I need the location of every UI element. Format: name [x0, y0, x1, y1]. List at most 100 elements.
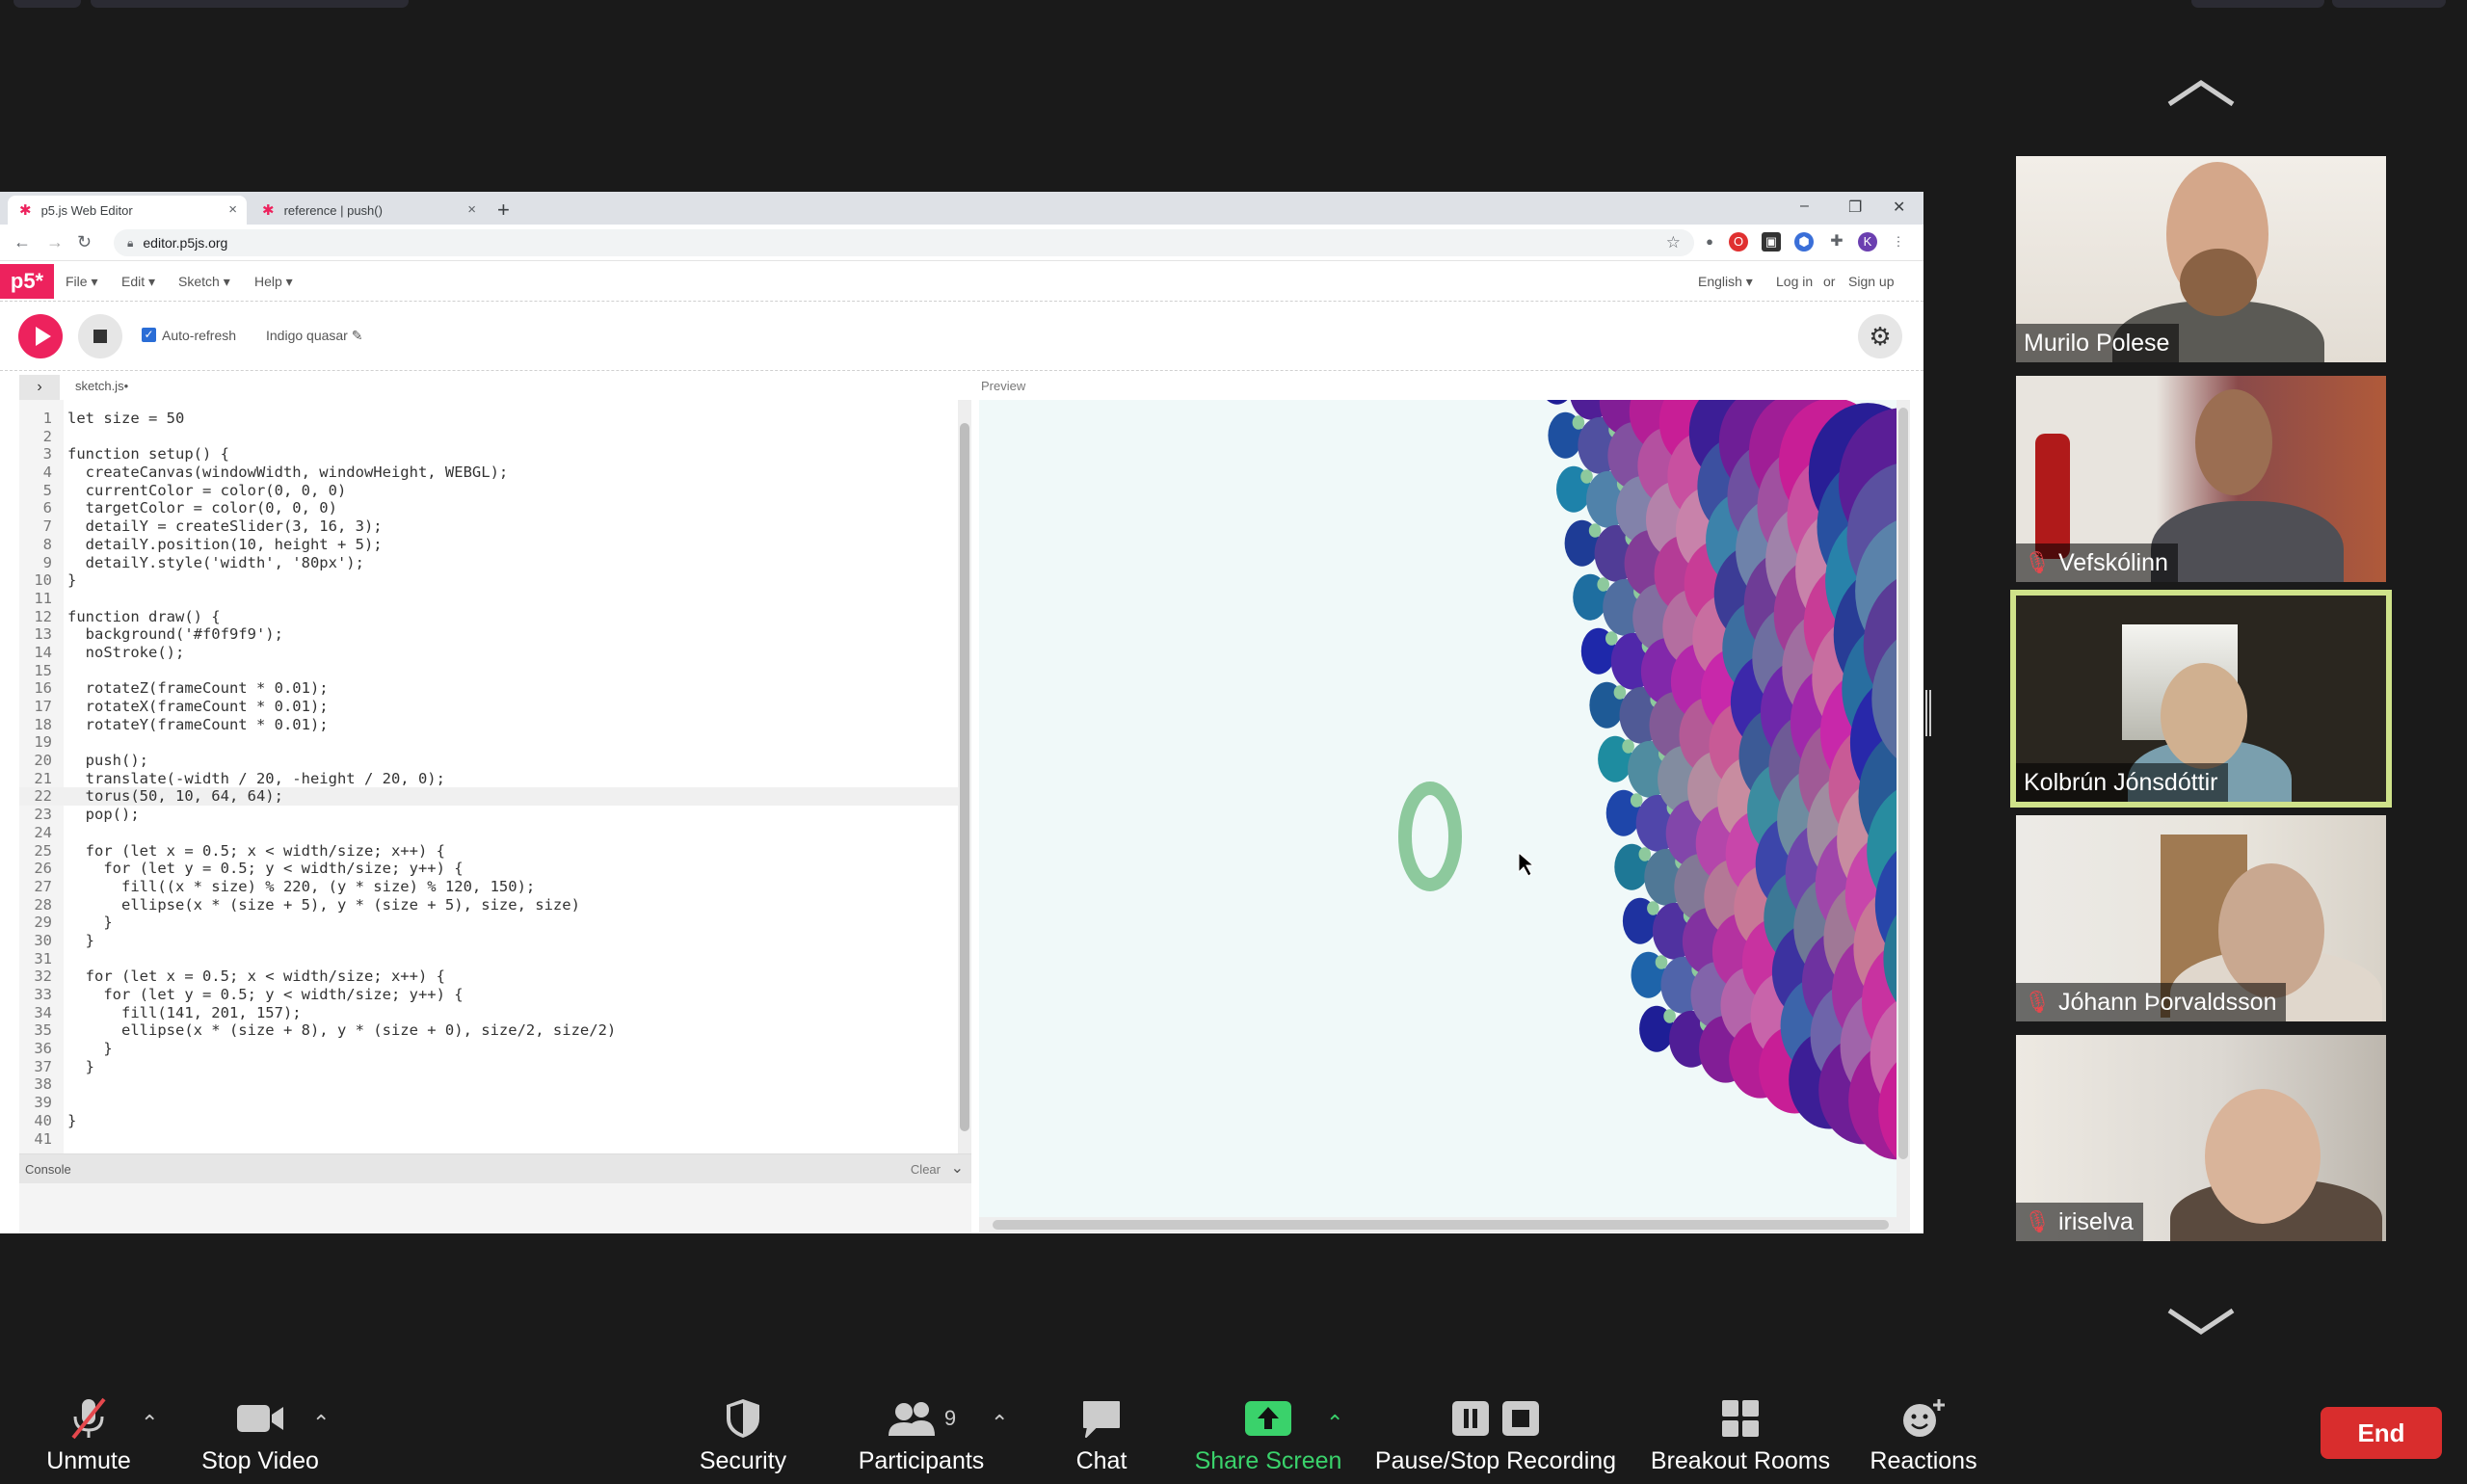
sketch-preview[interactable] — [979, 400, 1910, 1219]
code-line[interactable]: 33 for (let y = 0.5; y < width/size; y++… — [19, 986, 971, 1004]
signup-link[interactable]: Sign up — [1848, 274, 1894, 289]
auto-refresh-checkbox[interactable]: ✓ — [142, 328, 156, 342]
close-tab-icon[interactable]: × — [467, 201, 476, 218]
code-line[interactable]: 2 — [19, 428, 971, 446]
preview-horizontal-scrollbar[interactable] — [979, 1217, 1910, 1232]
extension-icon[interactable]: ⬢ — [1794, 232, 1814, 252]
code-line[interactable]: 36 } — [19, 1040, 971, 1058]
video-tile-iriselva[interactable]: 🎙︎ iriselva — [2016, 1035, 2386, 1241]
extension-icon[interactable]: O — [1729, 232, 1748, 252]
code-line[interactable]: 38 — [19, 1075, 971, 1094]
play-button[interactable] — [18, 314, 63, 358]
code-line[interactable]: 26 for (let y = 0.5; y < width/size; y++… — [19, 860, 971, 878]
scroll-down-chevron-icon[interactable] — [2165, 1307, 2237, 1338]
code-line[interactable]: 29 } — [19, 914, 971, 932]
profile-avatar[interactable]: K — [1858, 232, 1877, 252]
pause-stop-recording-button[interactable]: Pause/Stop Recording — [1374, 1395, 1617, 1478]
expand-sidebar-button[interactable]: › — [19, 375, 60, 400]
puzzle-icon[interactable]: ✚ — [1827, 232, 1846, 252]
code-line[interactable]: 22 torus(50, 10, 64, 64); — [19, 787, 971, 807]
code-line[interactable]: 18 rotateY(frameCount * 0.01); — [19, 716, 971, 734]
extension-icon[interactable]: ▣ — [1762, 232, 1781, 252]
menu-sketch[interactable]: Sketch ▾ — [178, 274, 230, 290]
bookmark-star-icon[interactable]: ☆ — [1666, 233, 1681, 252]
code-line[interactable]: 40} — [19, 1112, 971, 1130]
video-tile-murilo-polese[interactable]: Murilo Polese — [2016, 156, 2386, 362]
code-line[interactable]: 10} — [19, 571, 971, 590]
code-line[interactable]: 13 background('#f0f9f9'); — [19, 625, 971, 644]
chat-button[interactable]: Chat — [1060, 1395, 1143, 1478]
extension-icon[interactable]: ● — [1700, 232, 1719, 252]
reload-icon[interactable]: ↻ — [77, 232, 92, 252]
code-line[interactable]: 16 rotateZ(frameCount * 0.01); — [19, 679, 971, 698]
code-line[interactable]: 30 } — [19, 932, 971, 950]
share-screen-button[interactable]: Share Screen — [1189, 1395, 1347, 1478]
minimize-icon[interactable]: – — [1800, 198, 1809, 215]
language-select[interactable]: English ▾ — [1698, 274, 1753, 290]
participants-options-chevron-icon[interactable]: ⌃ — [991, 1411, 1008, 1436]
participants-button[interactable]: 9 Participants — [854, 1395, 989, 1478]
code-line[interactable]: 9 detailY.style('width', '80px'); — [19, 554, 971, 572]
code-line[interactable]: 5 currentColor = color(0, 0, 0) — [19, 482, 971, 500]
code-line[interactable]: 12 function draw() { — [19, 608, 971, 626]
code-line[interactable]: 25 for (let x = 0.5; x < width/size; x++… — [19, 842, 971, 861]
settings-gear-icon[interactable]: ⚙ — [1858, 314, 1902, 358]
menu-edit[interactable]: Edit ▾ — [121, 274, 155, 290]
code-line[interactable]: 20 push(); — [19, 752, 971, 770]
code-line[interactable]: 3 function setup() { — [19, 445, 971, 464]
tab-p5js-editor[interactable]: ✱ p5.js Web Editor × — [8, 196, 247, 225]
file-tab[interactable]: sketch.js• — [75, 379, 128, 393]
video-tile-kolbrun-jonsdottir[interactable]: Kolbrún Jónsdóttir — [2010, 590, 2392, 808]
preview-vertical-scrollbar[interactable] — [1897, 400, 1910, 1219]
back-icon[interactable]: ← — [13, 232, 31, 252]
code-line[interactable]: 17 rotateX(frameCount * 0.01); — [19, 698, 971, 716]
code-line[interactable]: 39 — [19, 1094, 971, 1112]
video-options-chevron-icon[interactable]: ⌃ — [312, 1411, 330, 1436]
panel-resize-handle[interactable] — [1925, 690, 1931, 736]
code-lines[interactable]: 1 let size = 50 2 3 function setup() {4 crea… — [19, 410, 971, 1148]
unmute-button[interactable]: Unmute — [42, 1395, 135, 1478]
close-tab-icon[interactable]: × — [228, 201, 237, 218]
close-window-icon[interactable]: ✕ — [1893, 198, 1905, 217]
code-line[interactable]: 31 — [19, 950, 971, 968]
stop-video-button[interactable]: Stop Video — [193, 1395, 328, 1478]
video-tile-johann-thorvaldsson[interactable]: 🎙︎ Jóhann Þorvaldsson — [2016, 815, 2386, 1021]
code-line[interactable]: 14 noStroke(); — [19, 644, 971, 662]
security-button[interactable]: Security — [690, 1395, 796, 1478]
p5-logo[interactable]: p5* — [0, 264, 54, 299]
code-line[interactable]: 8 detailY.position(10, height + 5); — [19, 536, 971, 554]
code-line[interactable]: 21 translate(-width / 20, -height / 20, … — [19, 770, 971, 788]
more-menu-icon[interactable]: ⋮ — [1889, 232, 1908, 252]
audio-options-chevron-icon[interactable]: ⌃ — [141, 1411, 158, 1436]
code-line[interactable]: 28 ellipse(x * (size + 5), y * (size + 5… — [19, 896, 971, 914]
code-line[interactable]: 41 — [19, 1130, 971, 1149]
forward-icon[interactable]: → — [46, 232, 64, 252]
code-line[interactable]: 34 fill(141, 201, 157); — [19, 1004, 971, 1022]
end-meeting-button[interactable]: End — [2321, 1407, 2442, 1459]
share-options-chevron-icon[interactable]: ⌃ — [1326, 1411, 1343, 1436]
restore-icon[interactable]: ❐ — [1848, 198, 1862, 217]
sketch-name[interactable]: Indigo quasar ✎ — [266, 328, 362, 344]
code-editor[interactable]: 1 let size = 50 2 3 function setup() {4 crea… — [19, 400, 971, 1153]
code-line[interactable]: 37 } — [19, 1058, 971, 1076]
code-line[interactable]: 23 pop(); — [19, 806, 971, 824]
code-line[interactable]: 32 for (let x = 0.5; x < width/size; x++… — [19, 967, 971, 986]
tab-reference-push[interactable]: ✱ reference | push() × — [251, 196, 486, 225]
menu-file[interactable]: File ▾ — [66, 274, 97, 290]
code-line[interactable]: 27 fill((x * size) % 220, (y * size) % 1… — [19, 878, 971, 896]
code-line[interactable]: 6 targetColor = color(0, 0, 0) — [19, 499, 971, 517]
console-clear-button[interactable]: Clear — [911, 1162, 941, 1177]
stop-button[interactable] — [78, 314, 122, 358]
code-line[interactable]: 19 — [19, 733, 971, 752]
reactions-button[interactable]: Reactions — [1864, 1395, 1983, 1478]
video-tile-vefskolinn[interactable]: 🎙︎ Vefskólinn — [2016, 376, 2386, 582]
menu-help[interactable]: Help ▾ — [254, 274, 293, 290]
code-line[interactable]: 7 detailY = createSlider(3, 16, 3); — [19, 517, 971, 536]
code-line[interactable]: 4 createCanvas(windowWidth, windowHeight… — [19, 464, 971, 482]
chevron-down-icon[interactable]: ⌄ — [951, 1158, 964, 1178]
code-line[interactable]: 1 let size = 50 — [19, 410, 971, 428]
scroll-up-chevron-icon[interactable] — [2165, 77, 2237, 108]
code-line[interactable]: 24 — [19, 824, 971, 842]
login-link[interactable]: Log in — [1776, 274, 1813, 289]
code-line[interactable]: 15 — [19, 662, 971, 680]
